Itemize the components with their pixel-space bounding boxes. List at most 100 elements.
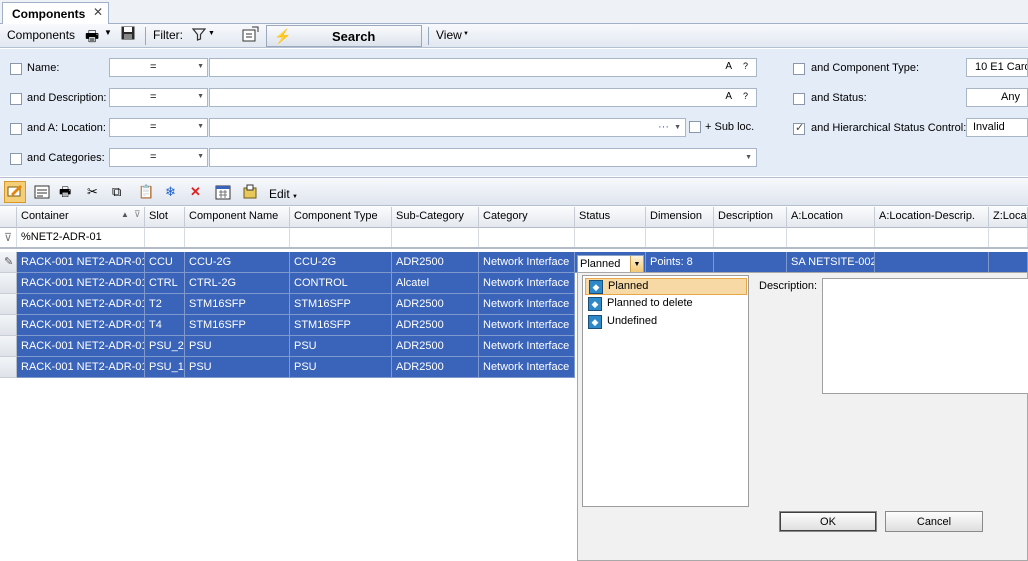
component-type-select[interactable]: 10 E1 Card [966,58,1028,77]
components-menu[interactable]: Components [7,28,75,42]
cell-a-location[interactable]: SA NETSITE-002 [787,252,875,272]
cell-component-type[interactable]: PSU [290,357,392,377]
filter-cell[interactable] [185,228,290,247]
close-icon[interactable]: ✕ [93,5,103,19]
cell-component-name[interactable]: PSU [185,357,290,377]
cell-container[interactable]: RACK-001 NET2-ADR-01 [17,273,145,293]
export-icon[interactable] [242,184,258,204]
status-option-planned-to-delete[interactable]: ◆ Planned to delete [585,296,747,313]
cell-component-name[interactable]: STM16SFP [185,294,290,314]
table-row[interactable]: RACK-001 NET2-ADR-01 PSU_1 PSU PSU ADR25… [17,357,575,378]
edit-menu[interactable]: Edit [269,186,290,202]
table-row[interactable]: RACK-001 NET2-ADR-01 CCU CCU-2G CCU-2G A… [17,252,1028,273]
cell-category[interactable]: Network Interface [479,357,575,377]
component-type-checkbox[interactable] [793,63,805,75]
cut-icon[interactable]: ✂ [87,184,98,200]
cell-component-name[interactable]: PSU [185,336,290,356]
cell-a-location-descrip[interactable] [875,252,989,272]
filter-cell[interactable] [646,228,714,247]
filter-cell[interactable] [145,228,185,247]
cell-component-type[interactable]: CCU-2G [290,252,392,272]
column-header-slot[interactable]: Slot [145,207,185,228]
table-row[interactable]: RACK-001 NET2-ADR-01 T4 STM16SFP STM16SF… [17,315,575,336]
row-indicator[interactable] [0,294,17,315]
filter-cell[interactable] [787,228,875,247]
case-icon[interactable]: A [725,61,732,72]
sub-location-checkbox[interactable] [689,121,701,133]
hierarchical-status-checkbox[interactable] [793,121,805,135]
help-icon[interactable]: ? [743,61,748,71]
hierarchical-status-select[interactable]: Invalid [966,118,1028,137]
column-header-status[interactable]: Status [575,207,646,228]
cell-container[interactable]: RACK-001 NET2-ADR-01 [17,294,145,314]
cell-category[interactable]: Network Interface [479,273,575,293]
description-input[interactable]: A? [209,88,757,107]
cell-component-name[interactable]: CCU-2G [185,252,290,272]
container-filter-cell[interactable]: %NET2-ADR-01 [17,228,145,247]
column-header-container[interactable]: Container ▲ ⊽ [17,207,145,228]
column-header-category[interactable]: Category [479,207,575,228]
row-indicator[interactable] [0,336,17,357]
categories-operator-select[interactable]: = ▼ [109,148,208,167]
filter-cell[interactable] [479,228,575,247]
funnel-icon[interactable]: ⊽ [134,209,141,220]
cell-slot[interactable]: CCU [145,252,185,272]
column-header-component-name[interactable]: Component Name [185,207,290,228]
browse-icon[interactable]: ··· [658,121,669,133]
row-edit-indicator[interactable]: ✎ [0,252,17,273]
cell-component-type[interactable]: STM16SFP [290,294,392,314]
cell-component-type[interactable]: CONTROL [290,273,392,293]
status-checkbox[interactable] [793,93,805,105]
cell-category[interactable]: Network Interface [479,315,575,335]
cell-slot[interactable]: PSU_1 [145,357,185,377]
funnel-icon[interactable] [191,27,207,44]
status-option-undefined[interactable]: ◆ Undefined [585,314,747,331]
status-option-planned[interactable]: ◆ Planned [585,278,747,295]
description-operator-select[interactable]: = ▼ [109,88,208,107]
chevron-down-icon[interactable]: ▼ [630,256,643,273]
row-indicator[interactable] [0,315,17,336]
properties-icon[interactable] [242,26,259,45]
filter-cell[interactable] [989,228,1028,247]
column-header-description[interactable]: Description [714,207,787,228]
cell-description[interactable] [714,252,787,272]
chevron-down-icon[interactable]: ▼ [745,154,752,161]
cell-category[interactable]: Network Interface [479,252,575,272]
chevron-down-icon[interactable]: ▼ [674,124,681,131]
cell-slot[interactable]: T4 [145,315,185,335]
help-icon[interactable]: ? [743,91,748,101]
cell-container[interactable]: RACK-001 NET2-ADR-01 [17,357,145,377]
cell-sub-category[interactable]: ADR2500 [392,357,479,377]
location-filter-checkbox[interactable] [10,123,22,135]
print-icon[interactable]: 🖶 [85,26,99,51]
cell-component-type[interactable]: PSU [290,336,392,356]
cell-sub-category[interactable]: ADR2500 [392,336,479,356]
column-header-sub-category[interactable]: Sub-Category [392,207,479,228]
snowflake-icon[interactable]: ❄ [165,184,176,200]
cell-container[interactable]: RACK-001 NET2-ADR-01 [17,336,145,356]
cell-container[interactable]: RACK-001 NET2-ADR-01 [17,315,145,335]
cell-container[interactable]: RACK-001 NET2-ADR-01 [17,252,145,272]
copy-icon[interactable]: ⧉ [112,184,121,200]
column-header-a-location[interactable]: A:Location [787,207,875,228]
filter-cell[interactable] [714,228,787,247]
table-row[interactable]: RACK-001 NET2-ADR-01 CTRL CTRL-2G CONTRO… [17,273,575,294]
description-filter-checkbox[interactable] [10,93,22,105]
status-select[interactable]: Any [966,88,1028,107]
categories-filter-checkbox[interactable] [10,153,22,165]
table-row[interactable]: RACK-001 NET2-ADR-01 PSU_2 PSU PSU ADR25… [17,336,575,357]
filter-cell[interactable] [575,228,646,247]
location-input[interactable]: ··· ▼ [209,118,686,137]
paste-icon[interactable]: 📋 [138,184,154,200]
cell-category[interactable]: Network Interface [479,336,575,356]
edit-row-icon[interactable] [4,181,26,203]
case-icon[interactable]: A [725,91,732,102]
column-header-z-location[interactable]: Z:Locat [989,207,1028,228]
cancel-button[interactable]: Cancel [885,511,983,532]
tab-components[interactable]: Components ✕ [2,2,109,24]
location-operator-select[interactable]: = ▼ [109,118,208,137]
print-icon[interactable]: 🖶 [59,184,71,200]
cell-category[interactable]: Network Interface [479,294,575,314]
delete-icon[interactable]: ✕ [190,184,201,200]
filter-cell[interactable] [875,228,989,247]
